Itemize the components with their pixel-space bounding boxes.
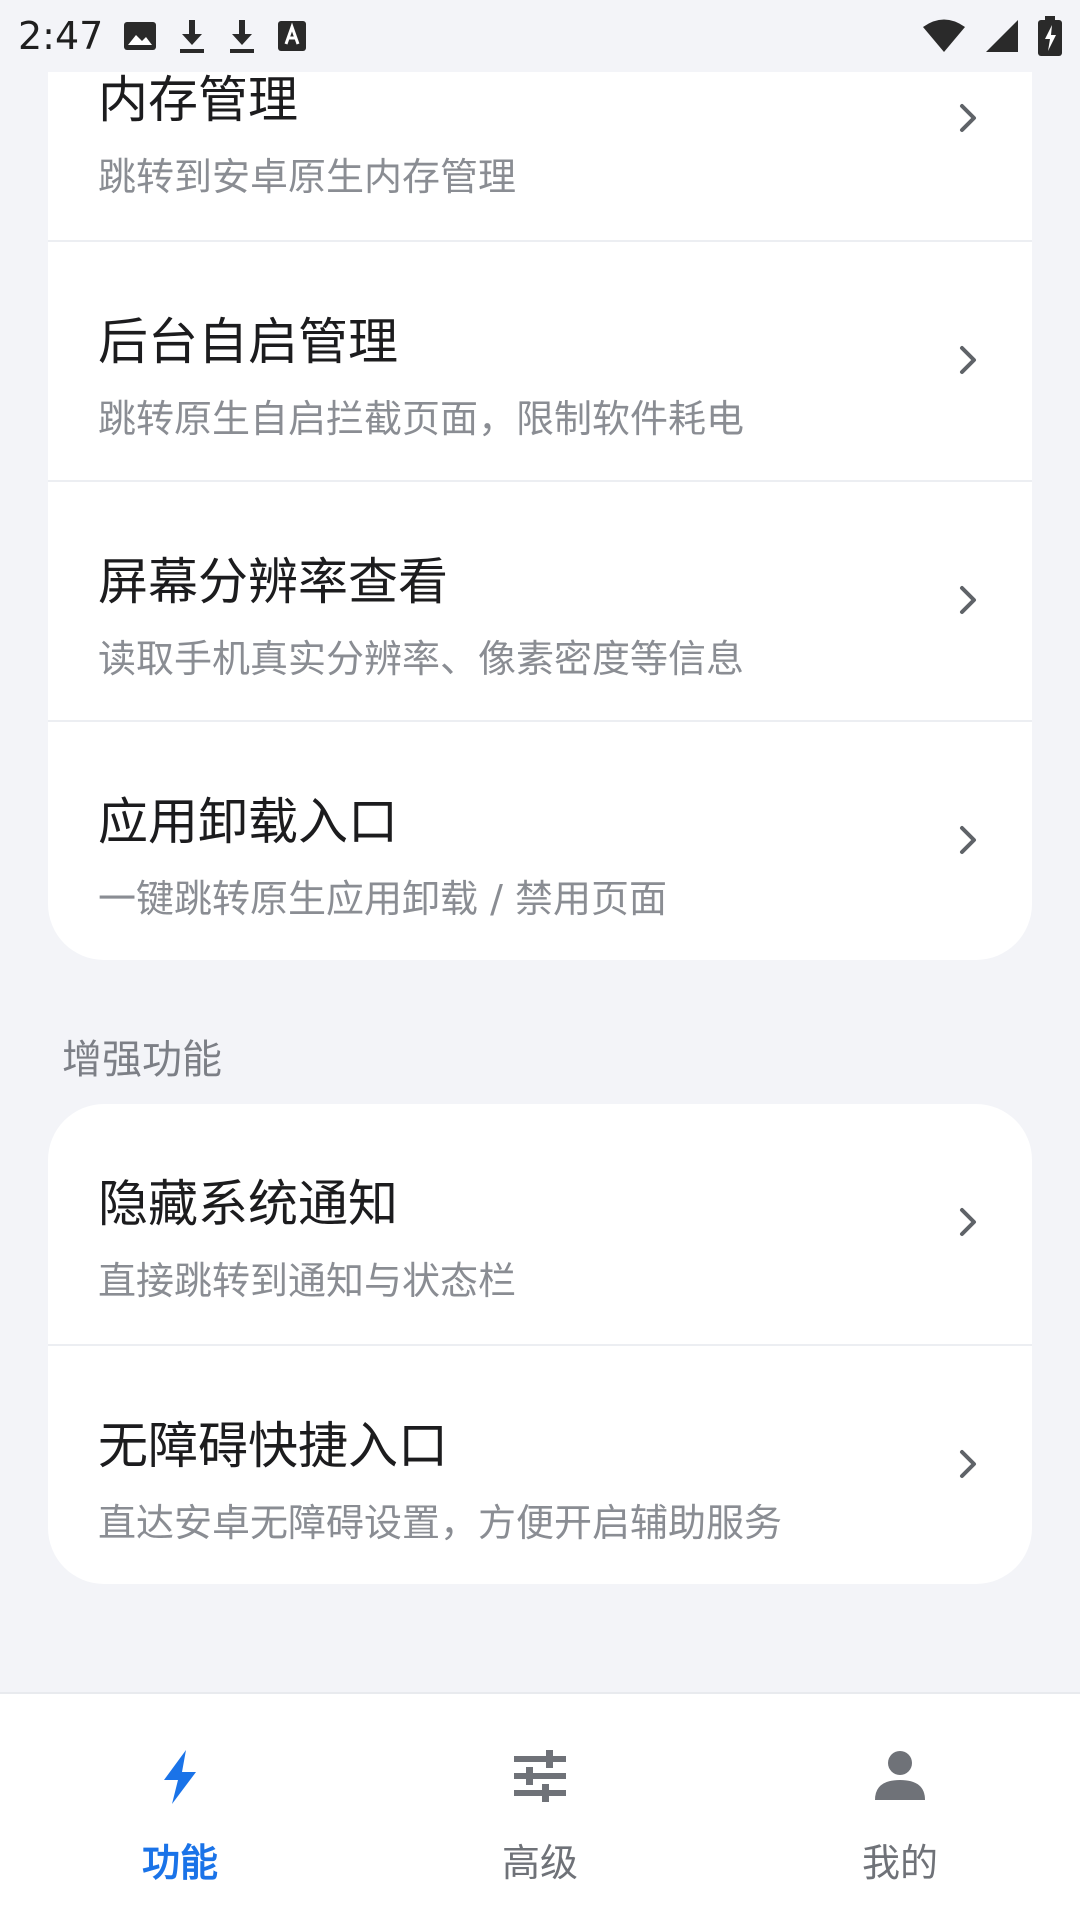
list-item-hide-notifications[interactable]: 隐藏系统通知 直接跳转到通知与状态栏 — [48, 1104, 1032, 1344]
item-title: 隐藏系统通知 — [98, 1175, 398, 1233]
item-subtitle: 跳转原生自启拦截页面，限制软件耗电 — [98, 397, 745, 441]
item-title: 内存管理 — [98, 72, 298, 129]
list-item-memory[interactable]: 内存管理 跳转到安卓原生内存管理 — [48, 72, 1032, 240]
item-subtitle: 读取手机真实分辨率、像素密度等信息 — [98, 637, 745, 681]
item-subtitle: 直达安卓无障碍设置，方便开启辅助服务 — [98, 1501, 783, 1545]
battery-charging-icon — [1038, 16, 1062, 56]
font-icon — [277, 20, 307, 52]
enhanced-card: 隐藏系统通知 直接跳转到通知与状态栏 无障碍快捷入口 直达安卓无障碍设置，方便开… — [48, 1104, 1032, 1584]
chevron-right-icon — [958, 824, 978, 860]
chevron-right-icon — [958, 584, 978, 620]
item-subtitle: 直接跳转到通知与状态栏 — [98, 1259, 517, 1303]
image-icon — [123, 21, 157, 51]
item-title: 屏幕分辨率查看 — [98, 553, 448, 611]
nav-tab-mine[interactable]: 我的 — [720, 1694, 1080, 1920]
nav-tab-advanced[interactable]: 高级 — [360, 1694, 720, 1920]
item-subtitle: 跳转到安卓原生内存管理 — [98, 155, 517, 199]
signal-icon — [984, 18, 1020, 54]
item-subtitle: 一键跳转原生应用卸载 / 禁用页面 — [98, 877, 667, 921]
status-bar: 2:47 — [0, 0, 1080, 72]
nav-label: 我的 — [861, 1841, 938, 1885]
sliders-icon — [512, 1748, 568, 1808]
nav-label: 高级 — [501, 1841, 578, 1885]
person-icon — [873, 1748, 927, 1806]
item-title: 后台自启管理 — [98, 313, 398, 371]
nav-label: 功能 — [141, 1841, 218, 1885]
item-title: 无障碍快捷入口 — [98, 1417, 448, 1475]
list-item-autostart[interactable]: 后台自启管理 跳转原生自启拦截页面，限制软件耗电 — [48, 240, 1032, 480]
feature-card: 内存管理 跳转到安卓原生内存管理 后台自启管理 跳转原生自启拦截页面，限制软件耗… — [48, 72, 1032, 960]
section-title: 增强功能 — [62, 1037, 222, 1083]
status-time: 2:47 — [18, 14, 104, 58]
main-content: 内存管理 跳转到安卓原生内存管理 后台自启管理 跳转原生自启拦截页面，限制软件耗… — [0, 72, 1080, 1692]
bottom-navigation: 功能 高级 我的 — [0, 1692, 1080, 1920]
chevron-right-icon — [958, 1448, 978, 1484]
wifi-icon — [922, 18, 966, 54]
list-item-uninstall[interactable]: 应用卸载入口 一键跳转原生应用卸载 / 禁用页面 — [48, 720, 1032, 960]
chevron-right-icon — [958, 1206, 978, 1242]
bolt-icon — [160, 1748, 200, 1810]
chevron-right-icon — [958, 102, 978, 138]
download-icon — [177, 18, 207, 54]
nav-tab-features[interactable]: 功能 — [0, 1694, 360, 1920]
list-item-accessibility[interactable]: 无障碍快捷入口 直达安卓无障碍设置，方便开启辅助服务 — [48, 1344, 1032, 1584]
item-title: 应用卸载入口 — [98, 793, 398, 851]
download-icon — [227, 18, 257, 54]
chevron-right-icon — [958, 344, 978, 380]
list-item-resolution[interactable]: 屏幕分辨率查看 读取手机真实分辨率、像素密度等信息 — [48, 480, 1032, 720]
